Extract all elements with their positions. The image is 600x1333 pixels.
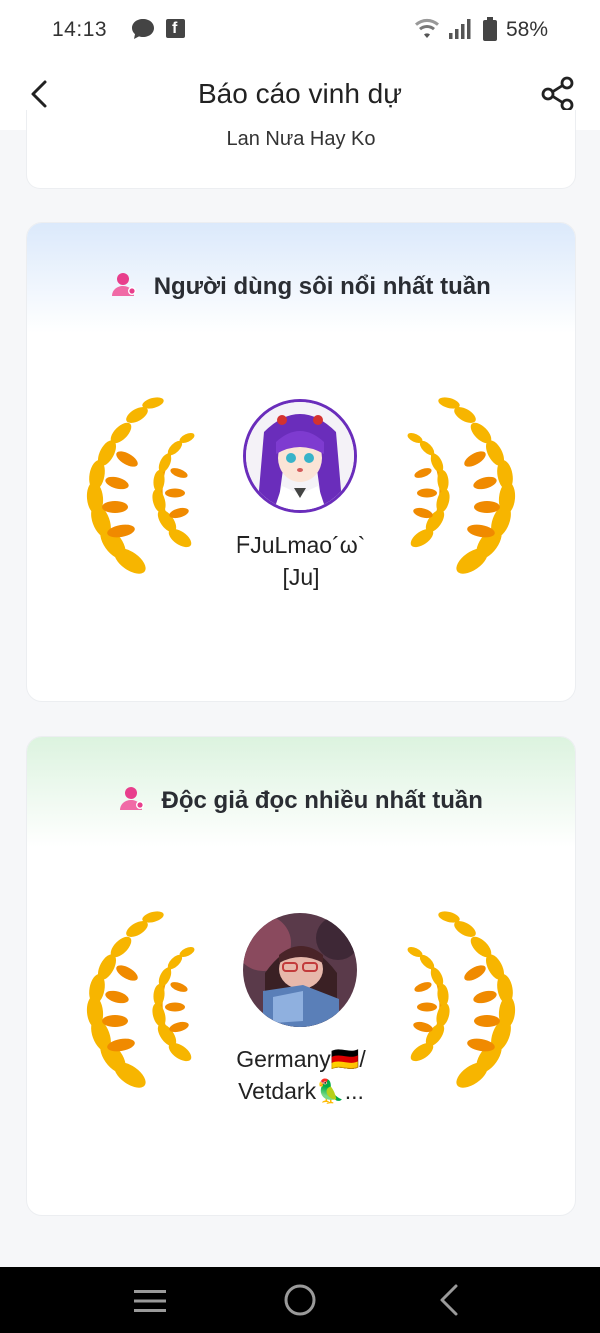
facebook-icon: f xyxy=(166,19,185,38)
user-icon xyxy=(119,785,145,816)
battery-icon xyxy=(482,17,498,47)
user-name-line2: [Ju] xyxy=(282,564,320,590)
card-heading-text: Độc giả đọc nhiều nhất tuần xyxy=(161,786,483,814)
user-name-line1: Germany🇩🇪/ xyxy=(236,1046,366,1072)
nav-back-icon[interactable] xyxy=(436,1283,464,1322)
signal-icon xyxy=(448,18,472,45)
previous-card: Lan Nưa Hay Ko xyxy=(26,110,576,189)
clock: 14:13 xyxy=(52,18,108,41)
card-heading: Người dùng sôi nổi nhất tuần xyxy=(27,271,575,302)
user-name-line1: ᖴJuLmao´ω` xyxy=(236,532,366,558)
user-name[interactable]: ᖴJuLmao´ω` [Ju] xyxy=(27,529,575,593)
card-heading-text: Người dùng sôi nổi nhất tuần xyxy=(153,272,491,300)
share-icon[interactable] xyxy=(538,74,578,114)
user-name-line2: Vetdark🦜... xyxy=(238,1078,364,1104)
top-reader-card: Độc giả đọc nhiều nhất tuần Germany🇩🇪/ V… xyxy=(26,736,576,1216)
wifi-icon xyxy=(414,18,440,45)
menu-icon[interactable] xyxy=(132,1287,168,1320)
user-name[interactable]: Germany🇩🇪/ Vetdark🦜... xyxy=(27,1043,575,1107)
system-nav-bar xyxy=(0,1267,600,1333)
avatar[interactable] xyxy=(243,399,357,513)
home-circle-icon[interactable] xyxy=(282,1282,318,1323)
previous-card-text: Lan Nưa Hay Ko xyxy=(226,128,376,150)
card-heading: Độc giả đọc nhiều nhất tuần xyxy=(27,785,575,816)
active-user-card: Người dùng sôi nổi nhất tuần ᖴJuLmao´ω` … xyxy=(26,222,576,702)
page-title: Báo cáo vinh dự xyxy=(198,78,402,109)
user-icon xyxy=(111,271,137,302)
status-bar: 14:13 f 58% xyxy=(0,0,600,60)
message-icon xyxy=(130,17,156,46)
avatar[interactable] xyxy=(243,913,357,1027)
battery-percent: 58% xyxy=(506,18,549,41)
